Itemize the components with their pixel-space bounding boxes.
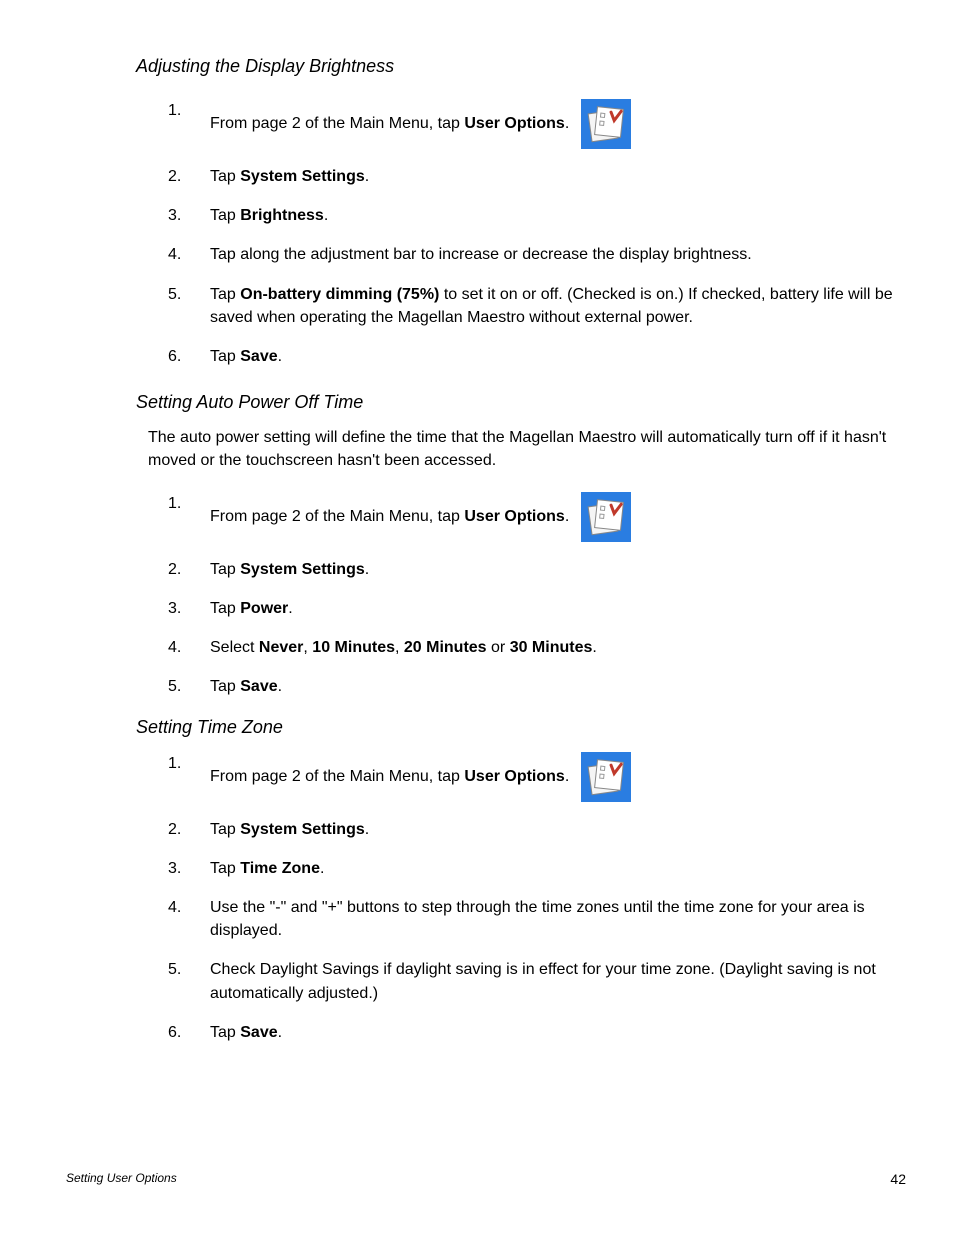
step-text: From page 2 of the Main Menu, tap User O…	[210, 99, 896, 149]
page-number: 42	[890, 1171, 906, 1187]
step-text: From page 2 of the Main Menu, tap User O…	[210, 492, 896, 542]
steps-list: 1. From page 2 of the Main Menu, tap Use…	[168, 752, 906, 1044]
step-number: 4.	[168, 243, 210, 266]
step-item: 6.Tap Save.	[168, 345, 896, 368]
step-text: Tap along the adjustment bar to increase…	[210, 243, 896, 266]
step-item: 5.Tap On-battery dimming (75%) to set it…	[168, 283, 896, 329]
step-item: 5.Check Daylight Savings if daylight sav…	[168, 958, 896, 1004]
step-number: 3.	[168, 857, 210, 880]
footer-section-title: Setting User Options	[66, 1171, 177, 1187]
section-heading: Setting Time Zone	[136, 717, 906, 738]
step-item: 2.Tap System Settings.	[168, 818, 896, 841]
step-number: 2.	[168, 558, 210, 581]
step-number: 2.	[168, 165, 210, 188]
step-number: 5.	[168, 675, 210, 698]
step-item: 1. From page 2 of the Main Menu, tap Use…	[168, 752, 896, 802]
step-number: 3.	[168, 597, 210, 620]
step-number: 1.	[168, 492, 210, 515]
step-text: Use the "-" and "+" buttons to step thro…	[210, 896, 896, 942]
step-item: 4.Use the "-" and "+" buttons to step th…	[168, 896, 896, 942]
step-number: 1.	[168, 752, 210, 775]
step-number: 4.	[168, 896, 210, 919]
step-number: 6.	[168, 345, 210, 368]
step-item: 3.Tap Time Zone.	[168, 857, 896, 880]
section-heading: Adjusting the Display Brightness	[136, 56, 906, 77]
document-page: Adjusting the Display Brightness 1. From…	[0, 0, 954, 1235]
steps-list: 1. From page 2 of the Main Menu, tap Use…	[168, 99, 906, 368]
step-text: Tap System Settings.	[210, 558, 896, 581]
step-text: Tap Save.	[210, 345, 896, 368]
page-footer: Setting User Options 42	[66, 1171, 906, 1187]
step-text: Select Never, 10 Minutes, 20 Minutes or …	[210, 636, 896, 659]
user-options-icon	[581, 752, 631, 802]
step-number: 1.	[168, 99, 210, 122]
step-number: 3.	[168, 204, 210, 227]
step-number: 6.	[168, 1021, 210, 1044]
step-text: Tap Brightness.	[210, 204, 896, 227]
step-text: Check Daylight Savings if daylight savin…	[210, 958, 896, 1004]
step-item: 4.Select Never, 10 Minutes, 20 Minutes o…	[168, 636, 896, 659]
step-item: 4.Tap along the adjustment bar to increa…	[168, 243, 896, 266]
step-item: 6.Tap Save.	[168, 1021, 896, 1044]
step-text: Tap Save.	[210, 675, 896, 698]
step-item: 1. From page 2 of the Main Menu, tap Use…	[168, 492, 896, 542]
step-item: 1. From page 2 of the Main Menu, tap Use…	[168, 99, 896, 149]
user-options-icon	[581, 99, 631, 149]
step-number: 5.	[168, 958, 210, 981]
step-text: Tap System Settings.	[210, 165, 896, 188]
step-number: 2.	[168, 818, 210, 841]
step-text: Tap Power.	[210, 597, 896, 620]
step-text: From page 2 of the Main Menu, tap User O…	[210, 752, 896, 802]
step-number: 5.	[168, 283, 210, 306]
steps-list: 1. From page 2 of the Main Menu, tap Use…	[168, 492, 906, 699]
step-text: Tap System Settings.	[210, 818, 896, 841]
step-item: 3.Tap Brightness.	[168, 204, 896, 227]
step-number: 4.	[168, 636, 210, 659]
section-heading: Setting Auto Power Off Time	[136, 392, 906, 413]
step-item: 3.Tap Power.	[168, 597, 896, 620]
step-item: 2.Tap System Settings.	[168, 165, 896, 188]
step-text: Tap Time Zone.	[210, 857, 896, 880]
section-intro: The auto power setting will define the t…	[148, 427, 896, 472]
user-options-icon	[581, 492, 631, 542]
step-item: 5.Tap Save.	[168, 675, 896, 698]
step-text: Tap On-battery dimming (75%) to set it o…	[210, 283, 896, 329]
step-item: 2.Tap System Settings.	[168, 558, 896, 581]
step-text: Tap Save.	[210, 1021, 896, 1044]
